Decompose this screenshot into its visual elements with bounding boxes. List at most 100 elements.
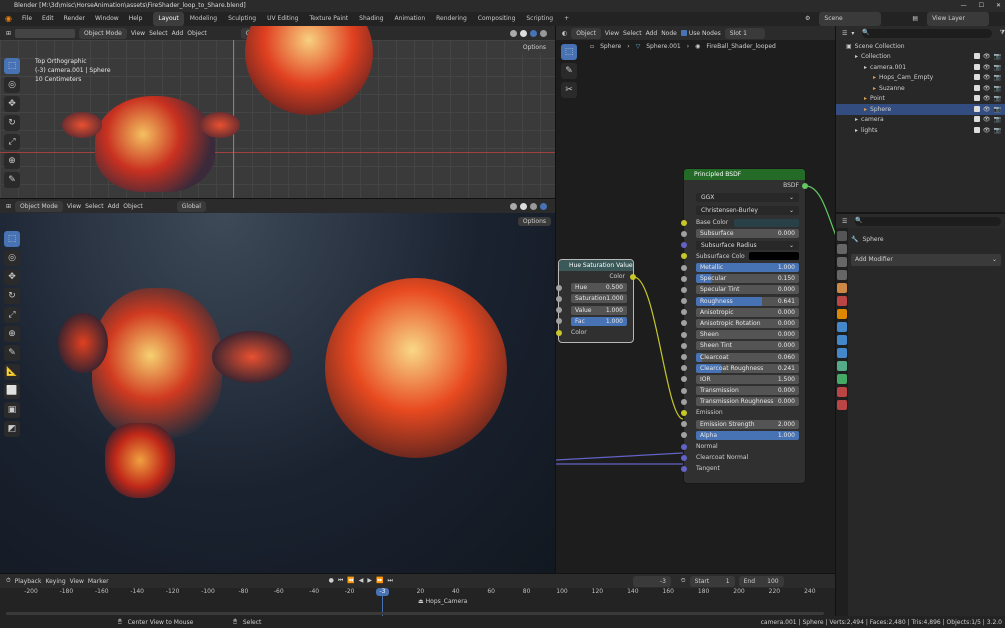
object-tab-icon[interactable] — [837, 309, 847, 319]
input-socket[interactable] — [681, 387, 687, 394]
input-socket[interactable] — [681, 365, 687, 372]
play-reverse-icon[interactable]: ◀ — [359, 577, 364, 585]
scene-collection-label[interactable]: Scene Collection — [855, 43, 905, 50]
hsv-hue-field[interactable]: Hue 0.500 — [571, 283, 627, 293]
rotate-tool[interactable]: ↻ — [4, 288, 20, 304]
timeline-ruler[interactable]: -200-180-160-140-120-100-80-60-40-200204… — [0, 588, 835, 617]
jump-end-icon[interactable]: ⏭ — [388, 577, 393, 585]
input-socket[interactable] — [681, 275, 687, 282]
bsdf-node-header[interactable]: Principled BSDF — [684, 169, 805, 180]
input-socket[interactable] — [681, 354, 687, 361]
view-menu[interactable]: View — [70, 578, 84, 585]
playback-menu[interactable]: Playback — [15, 578, 42, 585]
menu-edit[interactable]: Edit — [37, 12, 59, 26]
scene-tab-icon[interactable] — [837, 283, 847, 293]
tab-compositing[interactable]: Compositing — [473, 12, 521, 26]
bsdf-specular-field[interactable]: Specular 0.150 — [696, 274, 799, 284]
principled-bsdf-node[interactable]: Principled BSDF BSDF GGX ⌄ Christensen-Bu… — [681, 168, 808, 484]
select-box-tool[interactable]: ⬚ — [4, 58, 20, 74]
texture-tab-icon[interactable] — [837, 400, 847, 410]
outliner-item[interactable]: ▸ camera 👁 📷 — [836, 115, 1005, 126]
tab-sculpting[interactable]: Sculpting — [223, 12, 261, 26]
input-socket[interactable] — [681, 398, 687, 405]
tab-layout[interactable]: Layout — [153, 12, 184, 26]
shading-buttons[interactable] — [510, 29, 547, 37]
bsdf-clearcoat-field[interactable]: Clearcoat 0.060 — [696, 352, 799, 362]
visibility-toggles[interactable]: 👁 📷 — [973, 74, 1001, 81]
tab-rendering[interactable]: Rendering — [431, 12, 472, 26]
tab-modeling[interactable]: Modeling — [185, 12, 222, 26]
particles-tab-icon[interactable] — [837, 335, 847, 345]
add-menu[interactable]: Add — [172, 30, 184, 37]
material-tab-icon[interactable] — [837, 387, 847, 397]
select-menu[interactable]: Select — [149, 30, 168, 37]
editor-type-icon[interactable]: ☰ — [842, 218, 847, 225]
bsdf-metallic-field[interactable]: Metallic 1.000 — [696, 263, 799, 273]
outliner-item[interactable]: ▸ lights 👁 📷 — [836, 125, 1005, 136]
menu-help[interactable]: Help — [124, 12, 148, 26]
bsdf-clearcoat-roughness-field[interactable]: Clearcoat Roughness 0.241 — [696, 363, 799, 373]
end-frame-field[interactable]: End 100 — [738, 575, 784, 587]
viewport-main-canvas[interactable]: Options ⬚ ◎ ✥ ↻ ⤢ ⊕ ✎ 📐 ⬜ ▣ ◩ — [0, 213, 555, 573]
object-mode-dropdown[interactable]: Object Mode — [79, 27, 127, 39]
tab-scripting[interactable]: Scripting — [521, 12, 558, 26]
editor-type-icon[interactable]: ⏱ — [6, 577, 11, 585]
visibility-toggles[interactable]: 👁 📷 — [973, 63, 1001, 71]
shading-buttons[interactable] — [510, 202, 547, 210]
bsdf-anisotropic-field[interactable]: Anisotropic 0.000 — [696, 307, 799, 317]
object-menu[interactable]: Object — [187, 30, 207, 37]
minimize-icon[interactable]: — — [961, 0, 967, 12]
outliner-item[interactable]: ▸ Collection 👁 📷 — [836, 52, 1005, 63]
blender-logo-icon[interactable]: ◉ — [0, 12, 17, 26]
editor-type-icon[interactable]: ⊞ — [6, 30, 11, 37]
marker-menu[interactable]: Marker — [88, 578, 109, 585]
suzanne-render[interactable] — [92, 288, 222, 438]
hsv-node-header[interactable]: Hue Saturation Value — [559, 260, 633, 271]
current-frame-field[interactable]: -3 — [632, 575, 671, 587]
select-mode-buttons[interactable] — [15, 28, 76, 38]
annotate-tool[interactable]: ✎ — [4, 345, 20, 361]
input-socket[interactable] — [681, 342, 687, 349]
record-icon[interactable]: ● — [329, 577, 334, 585]
tab-shading[interactable]: Shading — [354, 12, 388, 26]
sphere-render[interactable] — [325, 278, 507, 458]
properties-object-name[interactable]: Sphere — [862, 236, 883, 243]
view-menu[interactable]: View — [131, 30, 145, 37]
input-socket[interactable] — [681, 309, 687, 316]
subsurface-field[interactable]: Subsurface 0.000 — [696, 229, 799, 239]
view-layer-selector[interactable]: View Layer — [927, 12, 990, 26]
menu-render[interactable]: Render — [59, 12, 90, 26]
measure-tool[interactable]: 📐 — [4, 364, 20, 380]
data-tab-icon[interactable] — [837, 374, 847, 384]
close-icon[interactable]: ✕ — [996, 0, 1001, 12]
subsurface-color-swatch[interactable] — [748, 252, 799, 261]
scale-tool[interactable]: ⤢ — [4, 134, 20, 150]
input-socket[interactable] — [681, 331, 687, 338]
bsdf-roughness-field[interactable]: Roughness 0.641 — [696, 296, 799, 306]
editor-type-icon[interactable]: ⊞ — [6, 203, 11, 210]
select-menu[interactable]: Select — [85, 203, 104, 210]
add-cube-tool[interactable]: ⬜ — [4, 383, 20, 399]
input-socket[interactable] — [681, 298, 687, 305]
outliner-item[interactable]: ▸ camera.001 👁 📷 — [836, 62, 1005, 73]
options-dropdown[interactable]: Options — [517, 42, 551, 53]
cursor-tool[interactable]: ◎ — [4, 250, 20, 266]
subsurface-radius-dropdown[interactable]: Subsurface Radius ⌄ — [696, 240, 799, 250]
scene-selector[interactable]: Scene — [819, 12, 882, 26]
scale-tool[interactable]: ⤢ — [4, 307, 20, 323]
outliner-item[interactable]: ▸ Sphere 👁 📷 — [836, 104, 1005, 115]
view-menu[interactable]: View — [67, 203, 81, 210]
cursor-tool[interactable]: ◎ — [4, 77, 20, 93]
timeline[interactable]: ⏱ Playback Keying View Marker ● ⏮ ⏪ ◀ ▶ … — [0, 573, 835, 617]
next-key-icon[interactable]: ⏩ — [376, 577, 383, 585]
bsdf-anisotropic-rotation-field[interactable]: Anisotropic Rotation 0.000 — [696, 318, 799, 328]
select-box-tool[interactable]: ⬚ — [4, 231, 20, 247]
base-color-swatch[interactable] — [734, 218, 799, 227]
alpha-field[interactable]: Alpha 1.000 — [696, 430, 799, 440]
timeline-scrollbar[interactable] — [6, 612, 824, 615]
bsdf-sheen-tint-field[interactable]: Sheen Tint 0.000 — [696, 341, 799, 351]
constraints-tab-icon[interactable] — [837, 361, 847, 371]
visibility-toggles[interactable]: 👁 📷 — [973, 95, 1001, 102]
add-menu[interactable]: Add — [108, 203, 120, 210]
menu-file[interactable]: File — [17, 12, 37, 26]
